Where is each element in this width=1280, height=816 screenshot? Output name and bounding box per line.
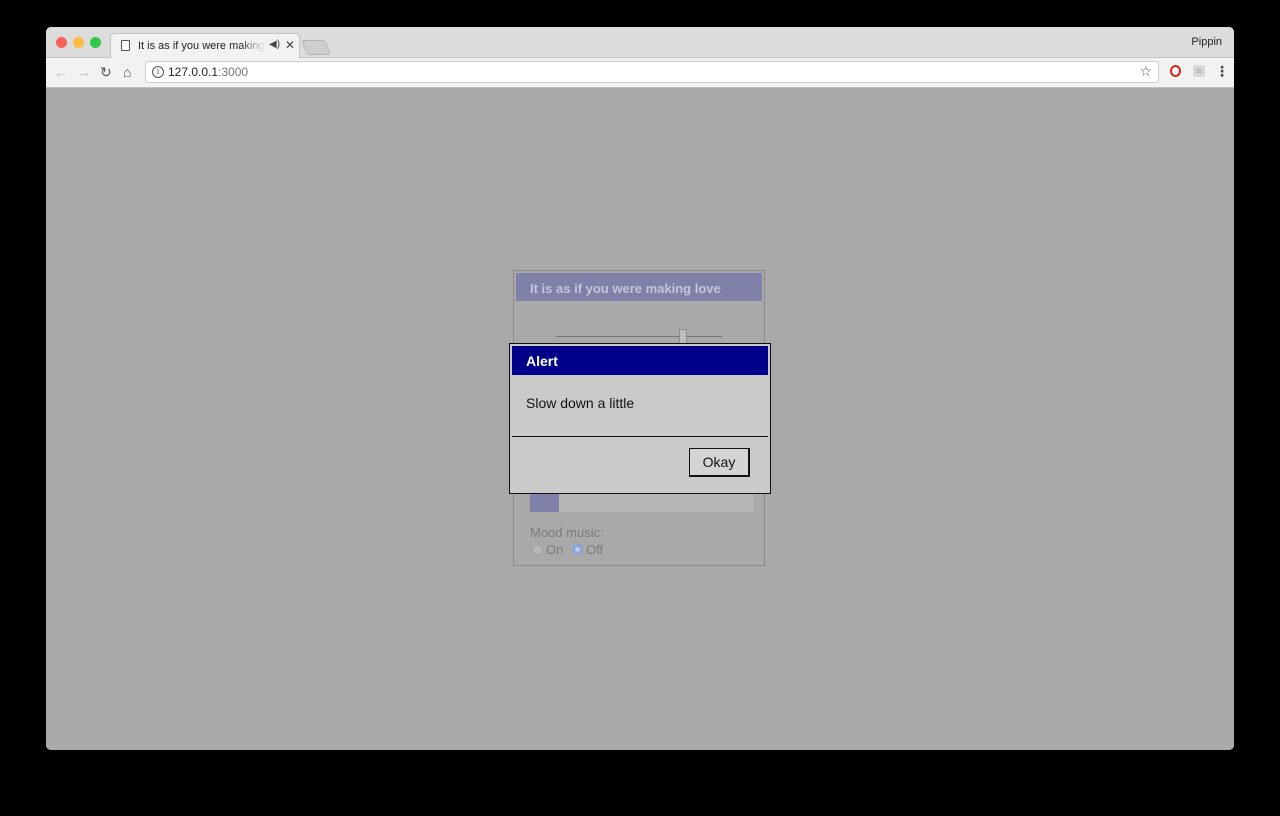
app-title: It is as if you were making love	[530, 281, 721, 296]
page-viewport: It is as if you were making love Mood mu…	[46, 88, 1234, 750]
radio-off[interactable]	[571, 544, 583, 555]
speed-slider-track[interactable]	[556, 336, 722, 337]
page-icon	[121, 40, 130, 51]
radio-on-label[interactable]: On	[546, 542, 563, 557]
home-icon[interactable]: ⌂	[123, 63, 131, 81]
arrow-left-icon[interactable]: ←	[54, 63, 68, 81]
window-maximize-button[interactable]	[90, 37, 101, 48]
reload-icon[interactable]: ↻	[100, 63, 112, 81]
url-port: :3000	[218, 65, 249, 79]
alert-titlebar: Alert	[512, 346, 768, 375]
close-icon[interactable]: ✕	[285, 38, 295, 52]
mood-music-label: Mood music:	[530, 525, 604, 540]
address-bar[interactable]: i 127.0.0.1:3000 ☆	[145, 61, 1159, 83]
vertical-dots-icon[interactable]: ⋮	[1215, 63, 1229, 80]
browser-tab[interactable]: It is as if you were making love ◀) ✕	[110, 33, 300, 58]
browser-window: It is as if you were making love ◀) ✕ Pi…	[46, 27, 1234, 750]
profile-name[interactable]: Pippin	[1191, 36, 1222, 48]
url-host: 127.0.0.1	[168, 65, 219, 79]
speed-slider-thumb[interactable]	[679, 329, 688, 344]
new-tab-button[interactable]	[301, 40, 331, 55]
star-icon[interactable]: ☆	[1139, 63, 1152, 80]
alert-dialog: Alert Slow down a little Okay	[509, 343, 771, 494]
url-text[interactable]: 127.0.0.1:3000	[168, 65, 248, 79]
alert-message: Slow down a little	[526, 395, 635, 411]
radio-on[interactable]	[532, 544, 543, 555]
opera-logo-icon[interactable]	[1170, 65, 1181, 77]
alert-divider	[512, 436, 768, 437]
rss-icon[interactable]: ≋	[1193, 65, 1205, 77]
info-circle-icon[interactable]: i	[152, 66, 164, 78]
app-titlebar: It is as if you were making love	[516, 273, 762, 301]
okay-button[interactable]: Okay	[689, 448, 750, 477]
progress-fill	[530, 493, 560, 512]
speaker-icon[interactable]: ◀)	[269, 39, 280, 50]
window-minimize-button[interactable]	[73, 37, 84, 48]
mood-music-radio-group: On Off	[532, 542, 608, 557]
window-close-button[interactable]	[56, 37, 67, 48]
radio-off-label[interactable]: Off	[586, 542, 603, 557]
arrow-right-icon[interactable]: →	[77, 63, 91, 81]
alert-title: Alert	[526, 353, 558, 369]
tab-title: It is as if you were making love	[138, 40, 265, 52]
browser-toolbar: ← → ↻ ⌂ i 127.0.0.1:3000 ☆ ≋ ⋮	[46, 58, 1234, 88]
browser-titlebar: It is as if you were making love ◀) ✕ Pi…	[46, 27, 1234, 58]
progress-bar	[530, 493, 754, 512]
